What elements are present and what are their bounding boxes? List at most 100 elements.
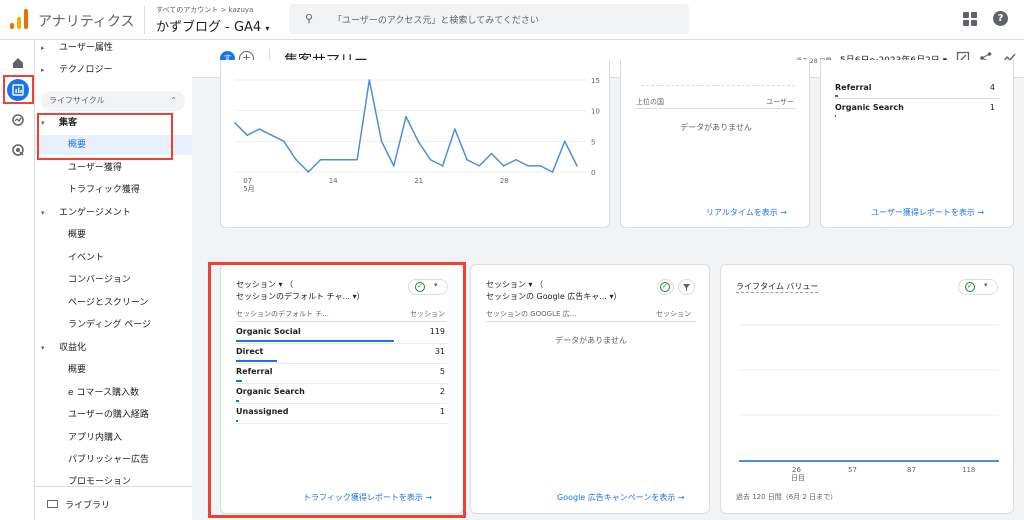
- nav-user-acquisition[interactable]: ユーザー獲得: [35, 158, 192, 178]
- data-point: [234, 122, 236, 124]
- help-icon[interactable]: ?: [993, 11, 1008, 26]
- nav-technology[interactable]: ▸ テクノロジー: [35, 60, 192, 80]
- search-icon: ⚲: [305, 12, 314, 25]
- explore-icon[interactable]: [7, 109, 29, 131]
- y-tick-label: 15: [591, 77, 600, 85]
- data-point: [502, 165, 505, 167]
- row-label: Referral: [835, 83, 872, 92]
- no-data-text: データがありません: [680, 123, 752, 132]
- nav-user-attributes[interactable]: ▸ ユーザー属性: [35, 38, 192, 58]
- nav-traffic-acquisition[interactable]: トラフィック獲得: [35, 180, 192, 200]
- row-bar: [835, 115, 836, 117]
- data-point: [454, 128, 456, 130]
- col-metric: セッション: [656, 310, 691, 318]
- x-tick-label: 07: [243, 177, 252, 185]
- highlight-box: [37, 113, 173, 160]
- divider: [641, 85, 795, 86]
- data-point: [417, 140, 420, 143]
- col-country: 上位の国: [636, 98, 664, 106]
- x-month-label: 5月: [243, 185, 254, 193]
- x-tick-label: 28: [500, 177, 509, 185]
- data-point: [380, 140, 383, 143]
- data-point: [466, 158, 468, 161]
- data-point: [527, 165, 529, 167]
- status-pill[interactable]: ✓: [657, 279, 674, 295]
- data-point: [270, 134, 273, 136]
- no-data-text: データがありません: [555, 336, 627, 345]
- nav-monetization-overview[interactable]: 概要: [35, 360, 192, 380]
- nav-pages-screens[interactable]: ページとスクリーン: [35, 293, 192, 313]
- nav-ecommerce[interactable]: e コマース購入数: [35, 383, 192, 403]
- data-point: [490, 152, 493, 155]
- analytics-logo-icon[interactable]: [10, 9, 30, 29]
- view-user-acquisition-link[interactable]: ユーザー獲得レポートを表示 →: [871, 207, 984, 218]
- data-point: [551, 171, 554, 173]
- data-point: [307, 171, 310, 173]
- data-point: [539, 165, 542, 167]
- users-line-chart-card: 15 10 5 0 07 14 21 28 5月: [220, 60, 610, 228]
- home-icon[interactable]: [7, 52, 29, 74]
- card-title[interactable]: ライフタイム バリュー: [736, 281, 819, 293]
- x-tick-label: 57: [848, 466, 857, 474]
- y-tick-label: 10: [591, 108, 600, 116]
- data-point: [563, 140, 566, 143]
- top-bar: アナリティクス すべてのアカウント > kazuya かずブログ - GA4 ▾…: [0, 0, 1024, 40]
- data-point: [368, 79, 371, 81]
- x-tick-label: 118: [962, 466, 975, 474]
- nav-library[interactable]: ライブラリ: [35, 486, 192, 520]
- data-point: [246, 134, 249, 136]
- col-users: ユーザー: [766, 98, 794, 106]
- advertising-icon[interactable]: [7, 139, 29, 161]
- nav-engagement-overview[interactable]: 概要: [35, 225, 192, 245]
- app-title: アナリティクス: [38, 14, 135, 30]
- line-chart: 15 10 5 0 07 14 21 28 5月: [234, 77, 600, 193]
- view-realtime-link[interactable]: リアルタイムを表示 →: [706, 207, 787, 218]
- check-icon: ✓: [660, 282, 670, 292]
- realtime-card: 上位の国 ユーザー データがありません リアルタイムを表示 →: [620, 60, 810, 228]
- row-value: 1: [989, 103, 995, 112]
- chevron-up-icon: ⌃: [170, 96, 177, 105]
- ltv-footer: 過去 120 日間（6月 2 日まで）: [736, 493, 838, 501]
- data-point: [392, 165, 395, 167]
- data-point: [429, 158, 432, 161]
- nav-monetization[interactable]: ▾ 収益化: [35, 338, 192, 358]
- nav-purchase-journey[interactable]: ユーザーの購入経路: [35, 405, 192, 425]
- property-name[interactable]: かずブログ - GA4 ▾: [156, 16, 269, 35]
- nav-in-app-purchases[interactable]: アプリ内購入: [35, 428, 192, 448]
- highlight-box: [208, 262, 466, 518]
- lifetime-value-card: ライフタイム バリュー ✓ ▾ 26 57 87 118 日目 過去 120 日間（6月…: [720, 264, 1014, 514]
- account-selector[interactable]: すべてのアカウント > kazuya かずブログ - GA4 ▾: [156, 5, 269, 35]
- x-tick-label: 26: [792, 466, 801, 474]
- card-title[interactable]: セッション ▾ （ セッションの Google 広告キャ... ▾）: [486, 279, 621, 303]
- x-unit-label: 日目: [791, 474, 805, 482]
- nav-landing-page[interactable]: ランディング ページ: [35, 315, 192, 335]
- lifecycle-section[interactable]: ライフサイクル ⌃: [41, 91, 185, 111]
- row-value: 4: [989, 83, 995, 92]
- data-point: [441, 165, 444, 167]
- google-ads-card: セッション ▾ （ セッションの Google 広告キャ... ▾） ✓ セッシ…: [470, 264, 710, 514]
- nav-conversions[interactable]: コンバージョン: [35, 270, 192, 290]
- data-point: [331, 158, 334, 161]
- view-google-ads-link[interactable]: Google 広告キャンペーンを表示 →: [557, 492, 685, 503]
- data-point: [576, 165, 578, 167]
- search-bar[interactable]: ⚲ 「ユーザーのアクセス元」と検索してみてください: [289, 4, 689, 34]
- series-line: [234, 79, 578, 173]
- account-breadcrumb: すべてのアカウント > kazuya: [156, 6, 254, 14]
- nav-publisher-ads[interactable]: パブリッシャー広告: [35, 450, 192, 470]
- data-point: [319, 158, 322, 161]
- divider: [144, 6, 145, 34]
- highlight-box: [3, 75, 34, 104]
- x-tick-label: 87: [907, 466, 916, 474]
- left-rail: [0, 40, 35, 520]
- data-point: [356, 158, 358, 161]
- status-pill[interactable]: ✓ ▾: [958, 279, 998, 295]
- apps-grid-icon[interactable]: [963, 12, 977, 26]
- folder-icon: [47, 500, 58, 508]
- row-bar: [835, 95, 838, 97]
- dropdown-arrow-icon: ▾: [265, 24, 270, 33]
- nav-engagement[interactable]: ▾ エンゲージメント: [35, 203, 192, 223]
- y-tick-label: 0: [591, 169, 595, 177]
- nav-events[interactable]: イベント: [35, 248, 192, 268]
- filter-button[interactable]: [678, 279, 695, 295]
- user-acquisition-card: Referral 4 Organic Search 1 ユーザー獲得レポートを表…: [820, 60, 1014, 228]
